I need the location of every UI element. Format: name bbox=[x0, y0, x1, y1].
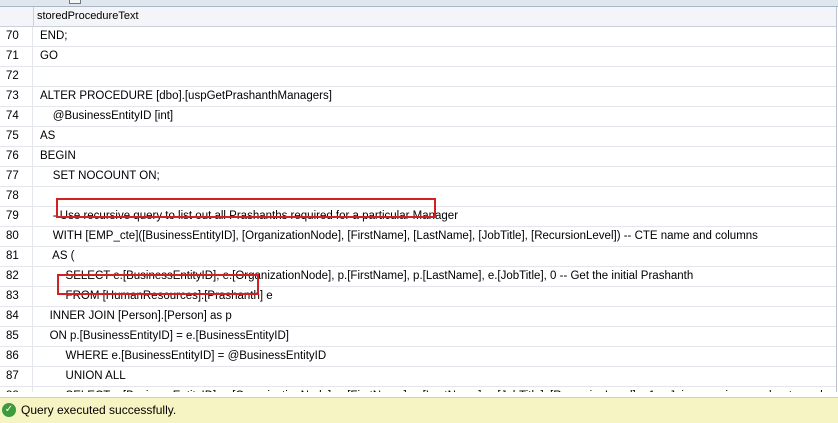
row-number[interactable]: 83 bbox=[0, 287, 33, 306]
row-number[interactable]: 82 bbox=[0, 267, 33, 286]
procedure-text-cell[interactable]: - Use recursive query to list out all Pr… bbox=[34, 207, 458, 226]
table-row[interactable]: 82 SELECT e.[BusinessEntityID], e.[Organ… bbox=[0, 267, 836, 287]
procedure-text-cell[interactable]: AS ( bbox=[34, 247, 74, 266]
procedure-text-cell[interactable] bbox=[34, 187, 40, 206]
row-number[interactable]: 74 bbox=[0, 107, 33, 126]
table-row[interactable]: 78 bbox=[0, 187, 836, 207]
row-number[interactable]: 70 bbox=[0, 27, 33, 46]
procedure-text-cell[interactable]: BEGIN bbox=[34, 147, 76, 166]
table-row[interactable]: 76 BEGIN bbox=[0, 147, 836, 167]
status-message: Query executed successfully. bbox=[21, 403, 177, 417]
results-grid[interactable]: storedProcedureText 70 END; 71 GO 72 73 ALTER … bbox=[0, 7, 837, 392]
procedure-text-cell[interactable]: FROM [HumanResources].[Prashanth] e bbox=[34, 287, 273, 306]
table-row[interactable]: 88 SELECT e.[BusinessEntityID], e.[Organ… bbox=[0, 387, 836, 392]
table-row[interactable]: 80 WITH [EMP_cte]([BusinessEntityID], [O… bbox=[0, 227, 836, 247]
row-number[interactable]: 84 bbox=[0, 307, 33, 326]
messages-tab-icon[interactable] bbox=[69, 0, 81, 4]
table-row[interactable]: 83 FROM [HumanResources].[Prashanth] e bbox=[0, 287, 836, 307]
procedure-text-cell[interactable]: ON p.[BusinessEntityID] = e.[BusinessEnt… bbox=[34, 327, 289, 346]
grid-corner-cell[interactable] bbox=[0, 7, 34, 26]
grid-header-row: storedProcedureText bbox=[0, 7, 836, 27]
check-circle-icon: ✓ bbox=[2, 403, 16, 417]
table-row[interactable]: 79 - Use recursive query to list out all… bbox=[0, 207, 836, 227]
procedure-text-cell[interactable]: ALTER PROCEDURE [dbo].[uspGetPrashanthMa… bbox=[34, 87, 332, 106]
table-row[interactable]: 75 AS bbox=[0, 127, 836, 147]
table-row[interactable]: 86 WHERE e.[BusinessEntityID] = @Busines… bbox=[0, 347, 836, 367]
row-number[interactable]: 80 bbox=[0, 227, 33, 246]
row-number[interactable]: 78 bbox=[0, 187, 33, 206]
table-row[interactable]: 71 GO bbox=[0, 47, 836, 67]
table-row[interactable]: 87 UNION ALL bbox=[0, 367, 836, 387]
row-number[interactable]: 87 bbox=[0, 367, 33, 386]
row-number[interactable]: 77 bbox=[0, 167, 33, 186]
procedure-text-cell[interactable]: SET NOCOUNT ON; bbox=[34, 167, 160, 186]
row-number[interactable]: 81 bbox=[0, 247, 33, 266]
procedure-text-cell[interactable]: INNER JOIN [Person].[Person] as p bbox=[34, 307, 232, 326]
row-number[interactable]: 85 bbox=[0, 327, 33, 346]
table-row[interactable]: 70 END; bbox=[0, 27, 836, 47]
table-row[interactable]: 84 INNER JOIN [Person].[Person] as p bbox=[0, 307, 836, 327]
table-row[interactable]: 77 SET NOCOUNT ON; bbox=[0, 167, 836, 187]
table-row[interactable]: 85 ON p.[BusinessEntityID] = e.[Business… bbox=[0, 327, 836, 347]
procedure-text-cell[interactable]: SELECT e.[BusinessEntityID], e.[Organiza… bbox=[34, 267, 694, 286]
procedure-text-cell[interactable] bbox=[34, 67, 40, 86]
row-number[interactable]: 88 bbox=[0, 387, 33, 392]
row-number[interactable]: 86 bbox=[0, 347, 33, 366]
column-header-storedproceduretext[interactable]: storedProcedureText bbox=[34, 7, 836, 26]
procedure-text-cell[interactable]: GO bbox=[34, 47, 58, 66]
procedure-text-cell[interactable]: @BusinessEntityID [int] bbox=[34, 107, 173, 126]
row-number[interactable]: 73 bbox=[0, 87, 33, 106]
table-row[interactable]: 81 AS ( bbox=[0, 247, 836, 267]
procedure-text-cell[interactable]: END; bbox=[34, 27, 67, 46]
row-number[interactable]: 72 bbox=[0, 67, 33, 86]
procedure-text-cell[interactable]: WITH [EMP_cte]([BusinessEntityID], [Orga… bbox=[34, 227, 758, 246]
grid-rows: 70 END; 71 GO 72 73 ALTER PROCEDURE [dbo].[usp… bbox=[0, 27, 836, 392]
results-tab-strip bbox=[0, 0, 838, 7]
procedure-text-cell[interactable]: UNION ALL bbox=[34, 367, 126, 386]
procedure-text-cell[interactable]: WHERE e.[BusinessEntityID] = @BusinessEn… bbox=[34, 347, 327, 366]
row-number[interactable]: 71 bbox=[0, 47, 33, 66]
table-row[interactable]: 74 @BusinessEntityID [int] bbox=[0, 107, 836, 127]
row-number[interactable]: 76 bbox=[0, 147, 33, 166]
row-number[interactable]: 75 bbox=[0, 127, 33, 146]
procedure-text-cell[interactable]: AS bbox=[34, 127, 55, 146]
row-number[interactable]: 79 bbox=[0, 207, 33, 226]
procedure-text-cell[interactable]: SELECT e.[BusinessEntityID], e.[Organiza… bbox=[34, 387, 836, 392]
table-row[interactable]: 72 bbox=[0, 67, 836, 87]
status-bar: ✓ Query executed successfully. bbox=[0, 397, 838, 423]
table-row[interactable]: 73 ALTER PROCEDURE [dbo].[uspGetPrashanth… bbox=[0, 87, 836, 107]
